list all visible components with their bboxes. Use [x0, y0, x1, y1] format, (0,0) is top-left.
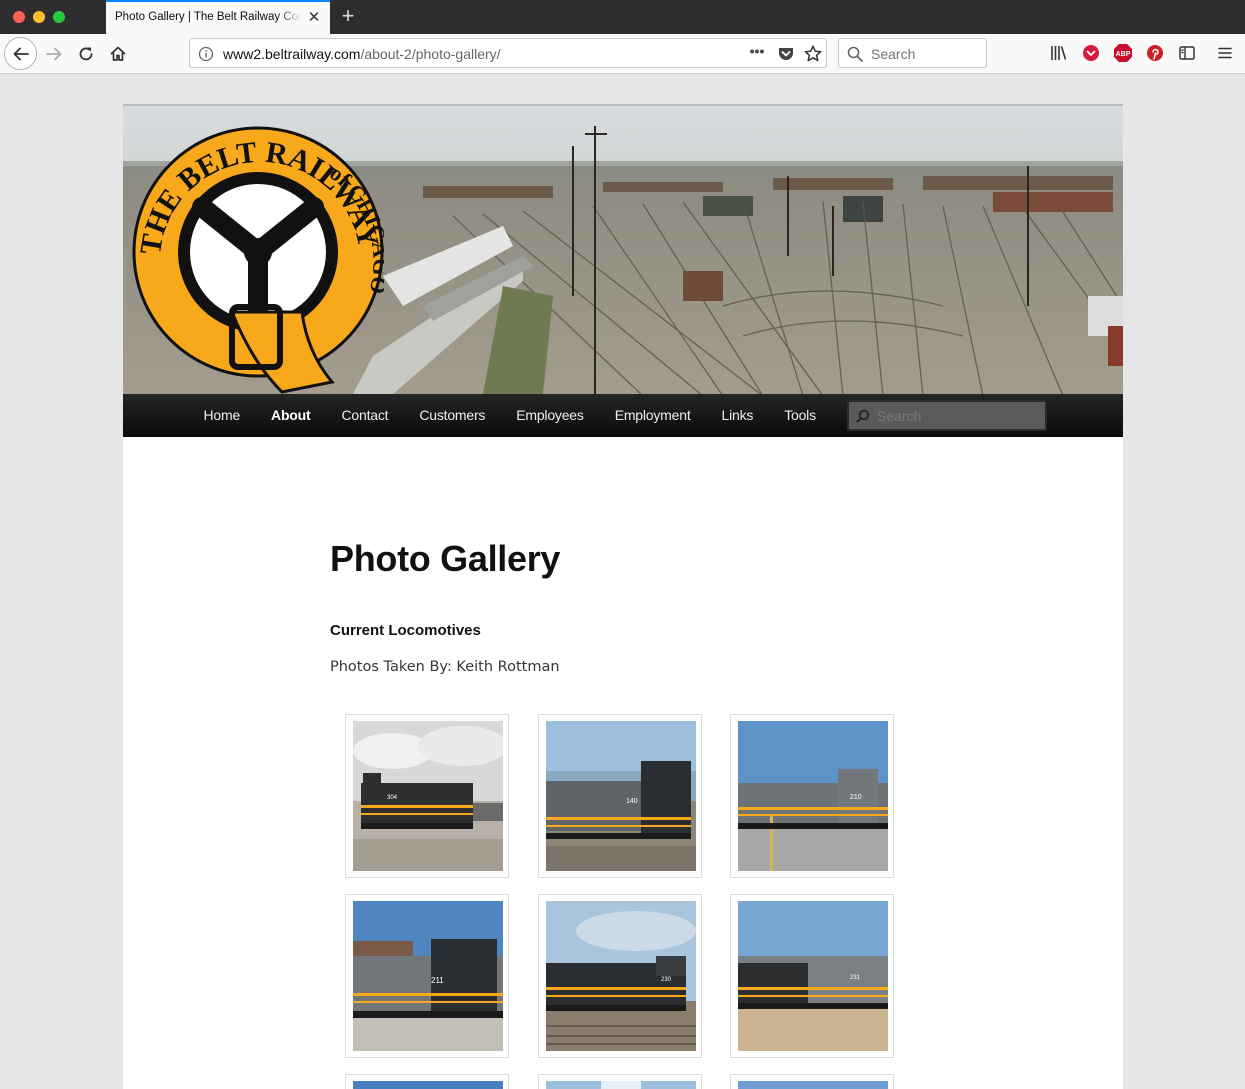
reload-icon	[79, 47, 93, 61]
browser-toolbar: www2.beltrailway.com/about-2/photo-galle…	[0, 34, 1245, 74]
url-host: www2.beltrailway.com	[223, 46, 361, 62]
locomotive-photo: 231	[738, 901, 888, 1051]
gallery-thumbnail[interactable]: 230	[538, 894, 702, 1058]
locomotive-number: 211	[431, 976, 444, 985]
browser-search-box[interactable]: Search	[838, 38, 987, 68]
site-search-placeholder: Search	[877, 408, 922, 424]
locomotive-number: 210	[850, 794, 862, 801]
back-button[interactable]	[4, 37, 37, 70]
tab-title: Photo Gallery | The Belt Railway Company…	[115, 11, 301, 23]
reload-button[interactable]	[74, 42, 98, 66]
locomotive-photo	[353, 1081, 503, 1089]
browser-tab-strip: Photo Gallery | The Belt Railway Company…	[0, 0, 1245, 34]
nav-item-about[interactable]: About	[256, 394, 326, 437]
locomotive-photo	[738, 1081, 888, 1089]
adblock-icon[interactable]: ABP	[1113, 43, 1133, 63]
pocket-save-icon[interactable]	[777, 45, 795, 63]
nav-item-home[interactable]: Home	[188, 394, 256, 437]
locomotive-photo	[546, 1081, 696, 1089]
header-banner[interactable]: THE BELT RAILWAY COMPANY of CHICAGO	[123, 106, 1123, 394]
close-window-button[interactable]	[13, 11, 25, 23]
locomotive-photo: 210	[738, 721, 888, 871]
gallery-thumbnail[interactable]: 211	[345, 894, 509, 1058]
main-navigation: Home About Contact Customers Employees E…	[123, 394, 1123, 437]
gallery-thumbnail[interactable]	[730, 1074, 894, 1089]
pocket-icon[interactable]	[1081, 43, 1101, 63]
locomotive-number: 304	[387, 795, 398, 801]
gallery-thumbnail[interactable]: 210	[730, 714, 894, 878]
nav-item-links[interactable]: Links	[706, 394, 769, 437]
locomotive-number: 230	[661, 977, 672, 983]
arrow-right-icon	[46, 47, 62, 61]
nav-item-contact[interactable]: Contact	[326, 394, 404, 437]
info-icon[interactable]	[198, 46, 214, 62]
search-icon	[856, 409, 870, 423]
nav-item-tools[interactable]: Tools	[769, 394, 832, 437]
locomotive-photo: 140	[546, 721, 696, 871]
menu-icon[interactable]	[1215, 43, 1235, 63]
home-icon	[110, 46, 126, 61]
section-heading: Current Locomotives	[330, 622, 481, 639]
locomotive-number: 231	[850, 975, 861, 981]
gallery-thumbnail[interactable]: 304	[345, 714, 509, 878]
address-bar[interactable]: www2.beltrailway.com/about-2/photo-galle…	[189, 38, 827, 68]
library-icon[interactable]	[1049, 43, 1069, 63]
page-title: Photo Gallery	[330, 538, 561, 579]
nav-item-employees[interactable]: Employees	[501, 394, 599, 437]
browser-tab-active[interactable]: Photo Gallery | The Belt Railway Company…	[106, 0, 330, 34]
locomotive-photo: 230	[546, 901, 696, 1051]
adblock-label: ABP	[1116, 51, 1131, 58]
url-text[interactable]: www2.beltrailway.com/about-2/photo-galle…	[223, 46, 501, 62]
nav-item-customers[interactable]: Customers	[404, 394, 501, 437]
photo-credit: Photos Taken By: Keith Rottman	[330, 659, 560, 675]
tab-close-icon[interactable]: ✕	[306, 10, 322, 26]
belt-railway-logo[interactable]: THE BELT RAILWAY COMPANY of CHICAGO	[132, 112, 384, 394]
minimize-window-button[interactable]	[33, 11, 45, 23]
gallery-thumbnail[interactable]: 231	[730, 894, 894, 1058]
arrow-left-icon	[13, 47, 29, 60]
search-placeholder: Search	[871, 46, 916, 62]
search-icon	[847, 46, 863, 62]
gallery-thumbnail[interactable]	[538, 1074, 702, 1089]
pinterest-icon[interactable]	[1145, 43, 1165, 63]
zoom-window-button[interactable]	[53, 11, 65, 23]
new-tab-button[interactable]: +	[337, 4, 359, 28]
site-search-input[interactable]: Search	[847, 400, 1047, 431]
home-button[interactable]	[106, 42, 130, 66]
forward-button[interactable]	[42, 42, 66, 66]
sidebar-icon[interactable]	[1177, 43, 1197, 63]
locomotive-number: 140	[626, 798, 638, 805]
bookmark-star-icon[interactable]	[803, 44, 823, 64]
nav-item-employment[interactable]: Employment	[599, 394, 706, 437]
locomotive-photo: 304	[353, 721, 503, 871]
locomotive-photo: 211	[353, 901, 503, 1051]
gallery-thumbnail[interactable]: 140	[538, 714, 702, 878]
gallery-thumbnail[interactable]	[345, 1074, 509, 1089]
url-path: /about-2/photo-gallery/	[360, 46, 501, 62]
page-actions-button[interactable]: •••	[746, 43, 768, 63]
